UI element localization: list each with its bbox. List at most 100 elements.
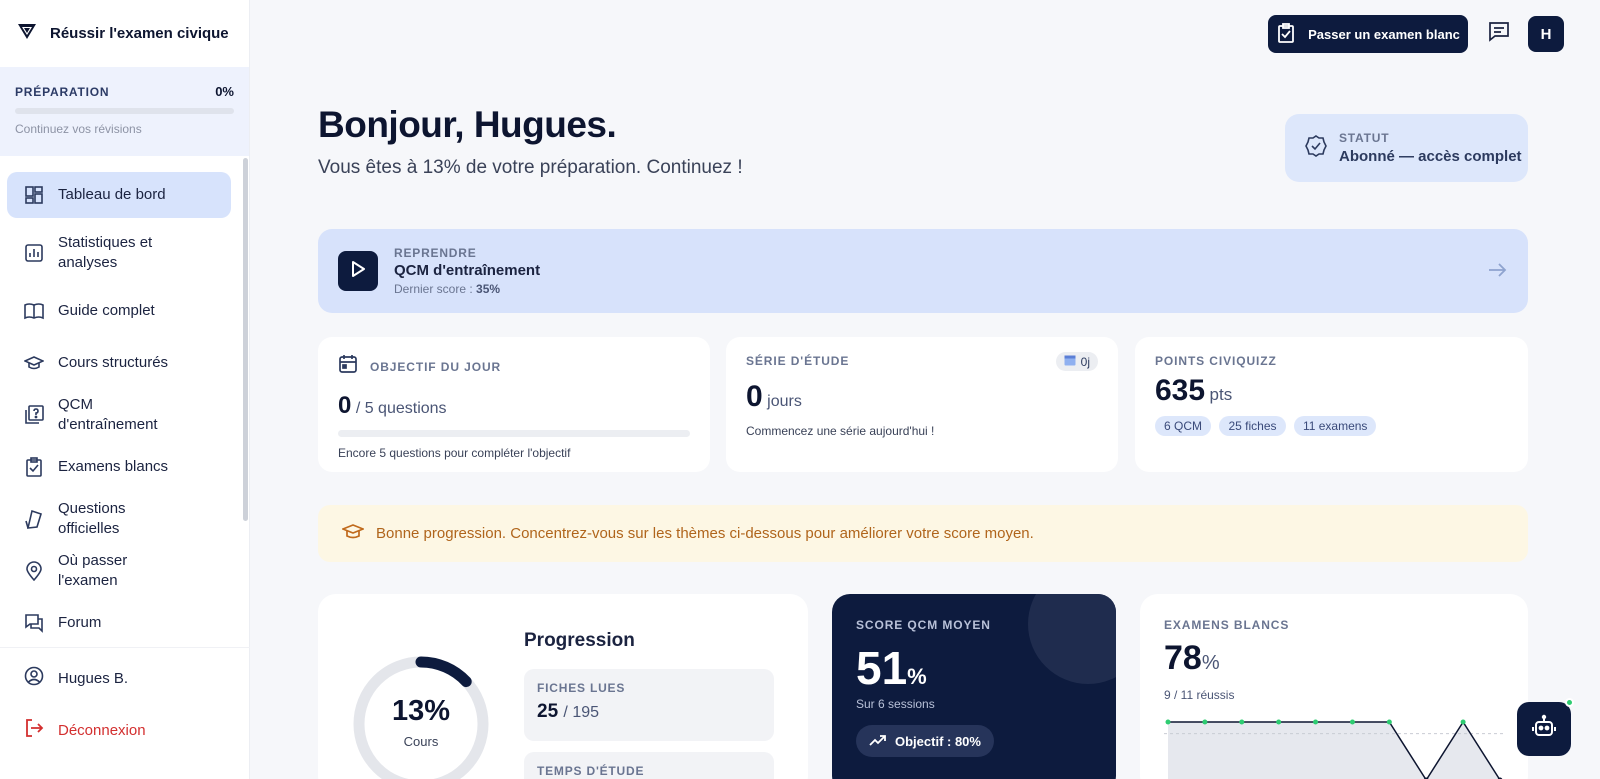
last-score-label: Dernier score : (394, 282, 473, 296)
streak-hint: Commencez une série aujourd'hui ! (746, 424, 935, 438)
sidebar-item-questions-officielles[interactable]: Questions officielles (7, 496, 231, 542)
logout-button[interactable]: Déconnexion (0, 708, 250, 752)
sidebar-item-ou-passer[interactable]: Où passer l'examen (7, 548, 231, 594)
fiches-label: FICHES LUES (537, 681, 626, 695)
points-unit: pts (1209, 385, 1233, 404)
points-label: POINTS CIVIQUIZZ (1155, 354, 1277, 368)
chart-point[interactable] (1349, 719, 1355, 725)
streak-badge: 0j (1055, 352, 1098, 371)
points-tags: 6 QCM 25 fiches 11 examens (1155, 416, 1508, 436)
points-value: 635 (1155, 374, 1206, 407)
sidebar-item-label: QCM d'entraînement (58, 396, 158, 433)
streak-badge-value: 0j (1080, 354, 1090, 369)
streak-value: 0 (746, 380, 763, 413)
sidebar-item-label: Où passer l'examen (58, 552, 128, 589)
user-profile-link[interactable]: Hugues B. (0, 656, 250, 700)
sidebar-item-label: Cours structurés (58, 354, 169, 371)
user-name: Hugues B. (58, 669, 129, 687)
fiches-value: 25 (537, 701, 559, 722)
decorative-circle (1028, 594, 1116, 684)
sidebar-item-label: Tableau de bord (58, 186, 166, 203)
sidebar-item-label: Forum (58, 614, 102, 631)
resume-title: QCM d'entraînement (394, 262, 541, 279)
verified-badge-icon (1305, 134, 1327, 162)
logout-label: Déconnexion (58, 721, 146, 739)
take-mock-exam-label: Passer un examen blanc (1308, 26, 1460, 42)
arrow-right-icon[interactable] (1486, 259, 1508, 286)
sidebar-item-cours[interactable]: Cours structurés (7, 340, 231, 386)
resume-kicker: REPRENDRE (394, 246, 477, 260)
score-goal: Objectif : 80% (895, 733, 981, 749)
assistant-bot-button[interactable] (1517, 702, 1571, 756)
study-time-tile: TEMPS D'ÉTUDE (524, 752, 774, 779)
chart-point[interactable] (1239, 719, 1245, 725)
play-icon (351, 260, 365, 282)
sidebar-item-guide-complet[interactable]: Guide complet (7, 288, 231, 334)
chart-point[interactable] (1165, 719, 1171, 725)
daily-goal-card: OBJECTIF DU JOUR 0 / 5 questions Encore … (318, 337, 710, 472)
clipboard-check-icon (24, 457, 44, 477)
flag-icon (24, 509, 44, 529)
chart-point[interactable] (1386, 719, 1392, 725)
score-sub: Sur 6 sessions (856, 697, 935, 711)
play-button[interactable] (338, 251, 378, 291)
calendar-icon (1064, 354, 1076, 369)
sidebar-item-statistiques[interactable]: Statistiques et analyses (7, 224, 231, 282)
score-label: SCORE QCM MOYEN (856, 618, 991, 632)
preparation-panel: PRÉPARATION 0% Continuez vos révisions (0, 67, 249, 156)
preparation-hint: Continuez vos révisions (15, 122, 142, 136)
logo-icon (16, 20, 38, 47)
sidebar-item-forum[interactable]: Forum (7, 600, 231, 646)
sidebar-item-label: Guide complet (58, 302, 155, 319)
status-label: STATUT (1339, 131, 1390, 145)
brand[interactable]: Réussir l'examen civique (0, 0, 249, 67)
graduation-cap-icon (24, 353, 44, 373)
score-unit: % (907, 664, 927, 689)
study-time-label: TEMPS D'ÉTUDE (537, 764, 645, 778)
points-tag: 11 examens (1293, 416, 1377, 436)
avatar[interactable]: H (1528, 16, 1564, 52)
robot-icon (1531, 714, 1557, 745)
sidebar-item-tableau-de-bord[interactable]: Tableau de bord (7, 172, 231, 218)
online-indicator (1565, 698, 1574, 707)
advice-text: Bonne progression. Concentrez-vous sur l… (376, 525, 1034, 542)
sidebar-scrollbar[interactable] (243, 158, 248, 521)
progress-ring: 13% Cours (351, 654, 491, 779)
progression-card: 13% Cours Progression FICHES LUES 25 / 1… (318, 594, 808, 779)
sidebar-item-label: Examens blancs (58, 458, 169, 475)
forum-icon (24, 613, 44, 633)
points-tag: 25 fiches (1219, 416, 1286, 436)
fiches-lues-tile: FICHES LUES 25 / 195 (524, 669, 774, 741)
daily-goal-value: 0 (338, 392, 352, 419)
page-subtitle: Vous êtes à 13% de votre préparation. Co… (318, 157, 743, 178)
chart-point[interactable] (1460, 719, 1466, 725)
take-mock-exam-button[interactable]: Passer un examen blanc (1268, 15, 1468, 53)
chart-point[interactable] (1313, 719, 1319, 725)
graduation-cap-icon (340, 522, 366, 546)
preparation-label: PRÉPARATION (15, 84, 110, 99)
daily-goal-hint: Encore 5 questions pour compléter l'obje… (338, 446, 571, 460)
messages-button[interactable] (1480, 14, 1518, 52)
chart-point[interactable] (1202, 719, 1208, 725)
mock-exams-card: EXAMENS BLANCS 78% 9 / 11 réussis (1140, 594, 1528, 779)
dashboard-icon (24, 185, 44, 205)
advice-banner: Bonne progression. Concentrez-vous sur l… (318, 505, 1528, 562)
sidebar-item-examens-blancs[interactable]: Examens blancs (7, 444, 231, 490)
preparation-progress-bar (15, 108, 234, 114)
sidebar-item-qcm[interactable]: QCM d'entraînement (7, 392, 231, 438)
sidebar: Réussir l'examen civique PRÉPARATION 0% … (0, 0, 250, 779)
daily-goal-total: / 5 questions (355, 400, 447, 417)
exams-label: EXAMENS BLANCS (1164, 618, 1290, 632)
calendar-icon (338, 354, 358, 379)
last-score: Dernier score : 35% (394, 282, 540, 296)
study-streak-card: SÉRIE D'ÉTUDE 0j 0 jours Commencez une s… (726, 337, 1118, 472)
fiches-total: / 195 (563, 704, 600, 721)
chart-point[interactable] (1276, 719, 1282, 725)
sidebar-footer: Hugues B. Déconnexion (0, 647, 250, 760)
chart-area (1168, 722, 1500, 779)
resume-card[interactable]: REPRENDRE QCM d'entraînement Dernier sco… (318, 229, 1528, 313)
streak-label: SÉRIE D'ÉTUDE (746, 354, 850, 368)
page-scrollbar[interactable] (1590, 0, 1600, 779)
exams-line-chart (1164, 719, 1504, 779)
preparation-percent: 0% (215, 84, 234, 99)
